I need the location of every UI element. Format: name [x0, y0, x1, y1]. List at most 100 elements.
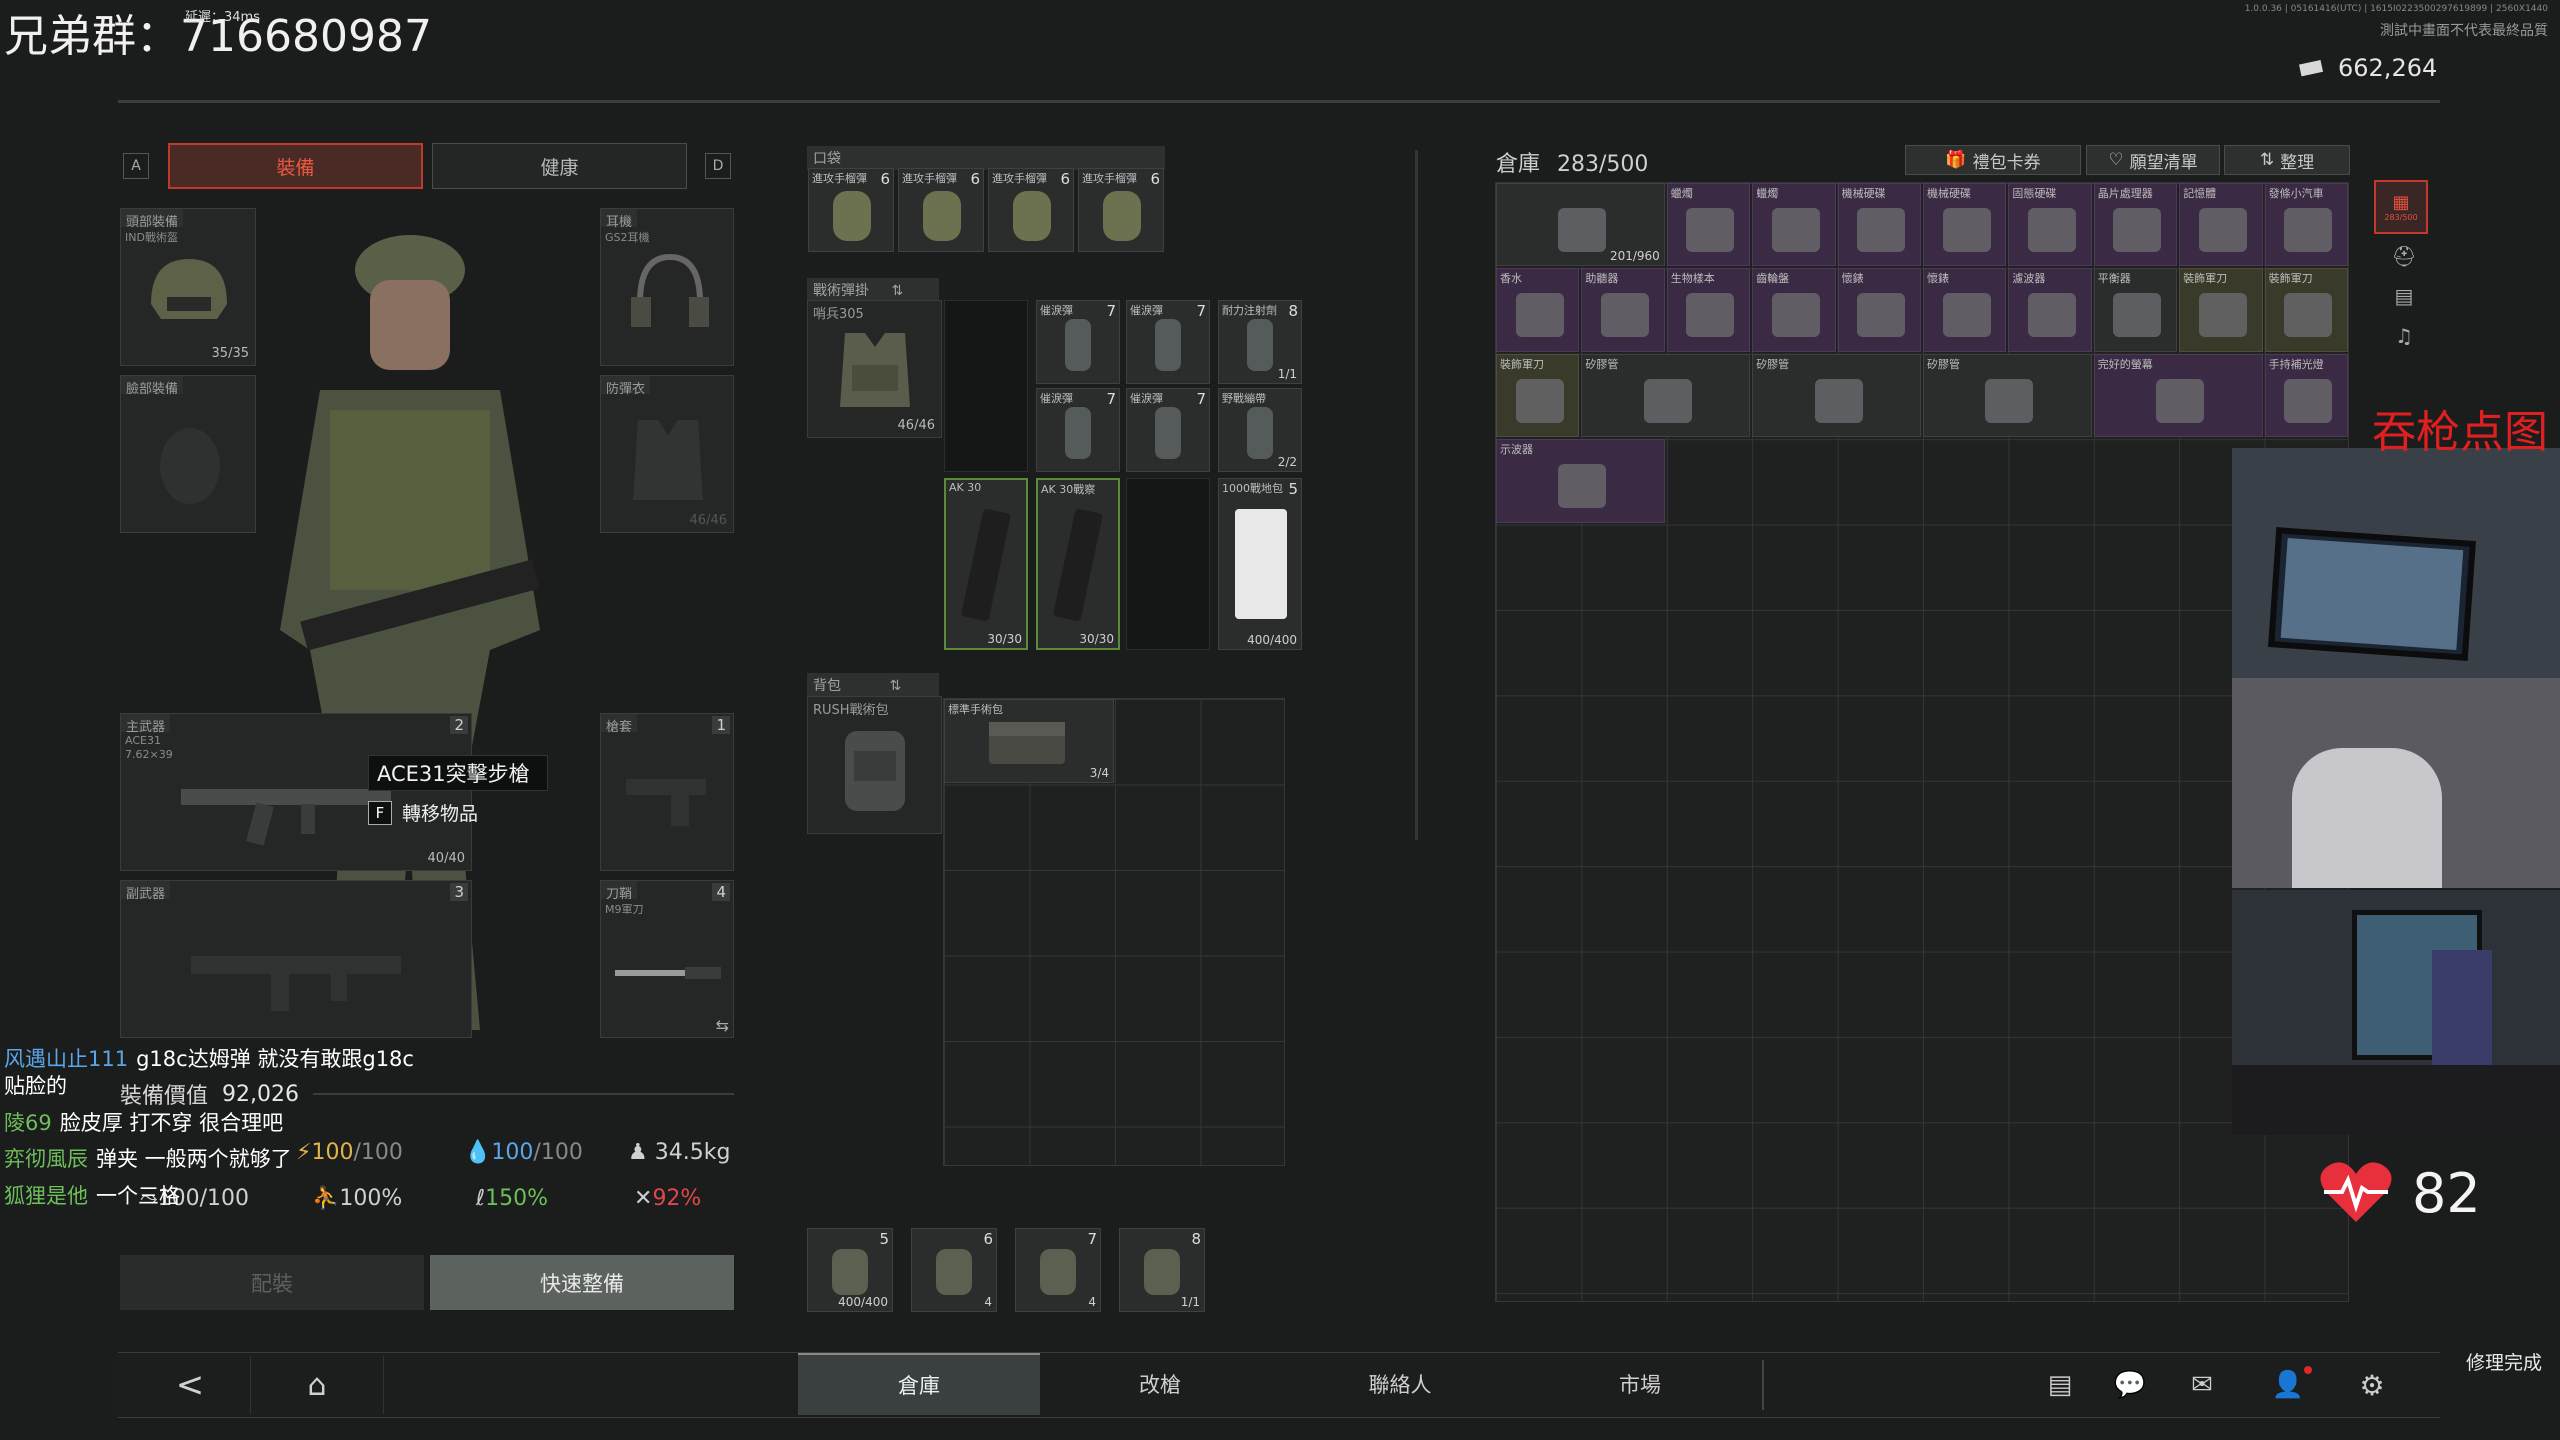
rig-cell[interactable]: 催淚彈 7 — [1126, 300, 1210, 384]
stash-item[interactable]: 示波器 — [1496, 439, 1665, 523]
loadout-button[interactable]: 配裝 — [120, 1255, 424, 1310]
stash-item[interactable]: 濾波器 — [2008, 268, 2092, 352]
stash-item[interactable]: 齒輪盤 — [1752, 268, 1836, 352]
stash-item[interactable]: 完好的螢幕 — [2093, 353, 2263, 438]
energy-icon: ⚡ — [296, 1140, 312, 1165]
stash-item[interactable]: 記憶體 — [2179, 183, 2263, 267]
stash-item[interactable]: 矽膠管 — [1581, 353, 1751, 438]
stash-item-icon — [1771, 293, 1820, 338]
quickbar-slot[interactable]: 74 — [1015, 1228, 1101, 1312]
rig-cell[interactable]: 耐力注射劑 8 1/1 — [1218, 300, 1302, 384]
holster-slot[interactable]: 槍套 1 — [600, 713, 734, 871]
pocket-item[interactable]: 進攻手榴彈 6 — [898, 168, 984, 252]
water-max: /100 — [533, 1140, 583, 1165]
tasks-button[interactable]: ▤ — [2030, 1360, 2090, 1410]
quickbar-slot[interactable]: 5 400/400 — [807, 1228, 893, 1312]
stash-item[interactable]: 裝飾軍刀 — [1496, 353, 1580, 438]
stat4-value: 92% — [652, 1186, 702, 1211]
rig-cell[interactable]: 催淚彈 7 — [1036, 300, 1120, 384]
stash-item[interactable]: 蠟燭 — [1752, 183, 1836, 267]
friends-button[interactable]: 👤 — [2258, 1360, 2318, 1410]
stash-item[interactable]: 裝飾軍刀 — [2264, 268, 2348, 352]
pocket-item[interactable]: 進攻手榴彈 6 — [1078, 168, 1164, 252]
currency-display: 662,264 — [2298, 54, 2437, 82]
rig-cell-badge: 7 — [1106, 390, 1116, 408]
sort-button[interactable]: ⇅ 整理 — [2224, 145, 2350, 175]
prev-tab-key[interactable]: A — [123, 153, 149, 179]
rig-cell[interactable]: 催淚彈 7 — [1036, 388, 1120, 472]
tab-equip[interactable]: 裝備 — [168, 143, 423, 189]
stash-all-tab[interactable]: ▦ 283/500 — [2374, 180, 2428, 234]
pocket-item[interactable]: 進攻手榴彈 6 — [808, 168, 894, 252]
stash-item[interactable]: 裝飾軍刀 — [2179, 268, 2263, 352]
stash-item[interactable]: 助聽器 — [1581, 268, 1665, 352]
home-icon: ⌂ — [307, 1367, 327, 1403]
home-button[interactable]: ⌂ — [250, 1356, 384, 1414]
stash-item[interactable]: 201/960 — [1496, 183, 1665, 267]
backpack-sort-icon[interactable]: ⇅ — [889, 678, 901, 694]
quickbar-slot[interactable]: 64 — [911, 1228, 997, 1312]
pocket-item[interactable]: 進攻手榴彈 6 — [988, 168, 1074, 252]
gift-cards-button[interactable]: 🎁 禮包卡券 — [1905, 145, 2081, 175]
helmet-category-tab[interactable]: ⛑ — [2374, 244, 2434, 284]
backpack-surgical-kit[interactable]: 標準手術包 3/4 — [944, 699, 1114, 783]
quick-equip-button[interactable]: 快速整備 — [430, 1255, 734, 1310]
face-slot[interactable]: 臉部裝備 — [120, 375, 256, 533]
stash-item[interactable]: 晶片處理器 — [2093, 183, 2178, 267]
backpack-item-slot[interactable]: RUSH戰術包 — [807, 696, 942, 834]
quickbar-item-icon — [936, 1249, 972, 1295]
armor-category-tab[interactable]: ▤ — [2374, 284, 2434, 324]
headset-category-tab[interactable]: ♫ — [2374, 324, 2434, 364]
stash-item[interactable]: 蠟燭 — [1666, 183, 1751, 267]
rig-cell-count: 2/2 — [1277, 455, 1297, 469]
chat-button[interactable]: 💬 — [2100, 1360, 2160, 1410]
secondary-weapon-slot[interactable]: 副武器 3 — [120, 880, 472, 1038]
swap-icon[interactable]: ⇆ — [716, 1016, 729, 1035]
armor-slot[interactable]: 防彈衣 46/46 — [600, 375, 734, 533]
stash-item-icon — [1558, 208, 1607, 252]
rig-sort-icon[interactable]: ⇅ — [891, 283, 903, 299]
tab-health[interactable]: 健康 — [432, 143, 687, 189]
chat-text: 一个三格 — [96, 1184, 180, 1208]
earpiece-slot[interactable]: 耳機 GS2耳機 — [600, 208, 734, 366]
stash-item[interactable]: 懷錶 — [1923, 268, 2007, 352]
knife-slot[interactable]: 刀鞘 M9軍刀 4 ⇆ — [600, 880, 734, 1038]
rig-empty-slot[interactable] — [944, 300, 1028, 472]
stash-item[interactable]: 矽膠管 — [1923, 353, 2092, 438]
stash-item[interactable]: 生物樣本 — [1666, 268, 1751, 352]
nav-tab-contacts[interactable]: 聯絡人 — [1280, 1353, 1520, 1415]
head-slot[interactable]: 頭部裝備 IND戰術盔 35/35 — [120, 208, 256, 366]
stash-item[interactable]: 機械硬碟 — [1837, 183, 1921, 267]
overlay-red-text: 吞枪点图 — [2372, 407, 2548, 458]
rig-cell[interactable]: 野戰繃帶 2/2 — [1218, 388, 1302, 472]
rig-item-slot[interactable]: 哨兵305 46/46 — [807, 300, 942, 438]
rig-cell[interactable]: AK 30戰察 30/30 — [1036, 478, 1120, 650]
quickbar-slot[interactable]: 8 1/1 — [1119, 1228, 1205, 1312]
tooltip-action[interactable]: 轉移物品 — [402, 799, 478, 826]
stash-item[interactable]: 矽膠管 — [1752, 353, 1921, 438]
nav-tab-modify[interactable]: 改槍 — [1040, 1353, 1280, 1415]
mail-button[interactable]: ✉ — [2172, 1360, 2232, 1410]
stash-item[interactable]: 發條小汽車 — [2264, 183, 2348, 267]
rig-empty-slot-2[interactable] — [1126, 478, 1210, 650]
stat3: ℓ150% — [476, 1186, 548, 1211]
knife-icon — [615, 967, 721, 979]
wishlist-button[interactable]: ♡ 願望清單 — [2086, 145, 2220, 175]
next-tab-key[interactable]: D — [705, 153, 731, 179]
settings-button[interactable]: ⚙ — [2342, 1360, 2402, 1410]
rig-cell[interactable]: AK 30 30/30 — [944, 478, 1028, 650]
back-button[interactable]: < — [140, 1356, 240, 1414]
nav-tab-stash[interactable]: 倉庫 — [798, 1353, 1040, 1415]
stash-item[interactable]: 機械硬碟 — [1923, 183, 2007, 267]
stash-item[interactable]: 懷錶 — [1837, 268, 1921, 352]
stash-item[interactable]: 固態硬碟 — [2008, 183, 2092, 267]
stat3-icon: ℓ — [476, 1186, 486, 1211]
rig-cell[interactable]: 1000戰地包 5 400/400 — [1218, 478, 1302, 650]
stash-item[interactable]: 平衡器 — [2093, 268, 2178, 352]
rig-cell[interactable]: 催淚彈 7 — [1126, 388, 1210, 472]
rig-cell-label: 催淚彈 — [1040, 304, 1073, 317]
nav-tab-market[interactable]: 市場 — [1520, 1353, 1760, 1415]
stash-item-icon — [1558, 464, 1607, 509]
stash-item[interactable]: 香水 — [1496, 268, 1580, 352]
stash-item[interactable]: 手持補光燈 — [2264, 353, 2348, 438]
